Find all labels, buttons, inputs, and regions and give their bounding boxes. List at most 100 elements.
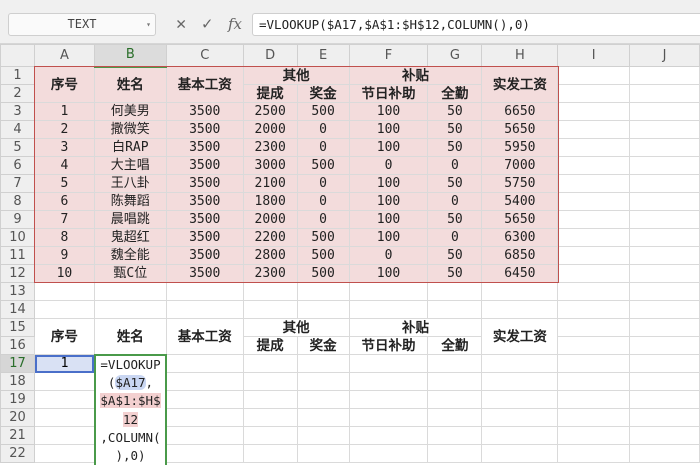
data-cell[interactable]: 2500 — [242, 102, 298, 121]
cell[interactable] — [296, 282, 350, 301]
data-cell[interactable]: 3500 — [165, 138, 244, 157]
cell[interactable] — [629, 156, 700, 175]
cell[interactable] — [165, 444, 244, 463]
cell[interactable] — [242, 444, 298, 463]
row-header[interactable]: 2 — [0, 84, 35, 103]
data-cell[interactable]: 100 — [348, 192, 429, 211]
row-header[interactable]: 16 — [0, 336, 35, 355]
row-header[interactable]: 17 — [0, 354, 35, 373]
data-cell[interactable]: 500 — [296, 264, 350, 283]
data-cell[interactable]: 50 — [427, 264, 483, 283]
data-cell[interactable]: 5400 — [481, 192, 559, 211]
cell[interactable] — [427, 408, 483, 427]
row-header[interactable]: 7 — [0, 174, 35, 193]
cell[interactable] — [481, 390, 559, 409]
cell[interactable] — [242, 426, 298, 445]
row-header[interactable]: 21 — [0, 426, 35, 445]
cell[interactable] — [557, 300, 631, 319]
row-header[interactable]: 15 — [0, 318, 35, 337]
data-cell[interactable]: 500 — [296, 228, 350, 247]
cell[interactable] — [296, 372, 350, 391]
data-cell[interactable]: 500 — [296, 156, 350, 175]
name-box[interactable]: TEXT ▾ — [8, 13, 156, 36]
data-cell[interactable]: 10 — [33, 264, 95, 283]
cell[interactable] — [93, 300, 167, 319]
data-cell[interactable]: 1 — [33, 102, 95, 121]
formula-input[interactable]: =VLOOKUP($A17,$A$1:$H$12,COLUMN(),0) — [252, 13, 700, 36]
data-cell[interactable]: 魏全能 — [93, 246, 167, 265]
data-cell[interactable]: 7000 — [481, 156, 559, 175]
cell[interactable] — [629, 174, 700, 193]
data-cell[interactable]: 2000 — [242, 210, 298, 229]
cell[interactable] — [629, 102, 700, 121]
data-cell[interactable]: 50 — [427, 210, 483, 229]
cell[interactable] — [93, 282, 167, 301]
cell[interactable] — [629, 354, 700, 373]
header-holiday[interactable]: 节日补助 — [348, 336, 429, 355]
cell[interactable] — [557, 210, 631, 229]
cell[interactable] — [557, 318, 631, 337]
data-cell[interactable]: 0 — [427, 156, 483, 175]
cell[interactable] — [629, 210, 700, 229]
header-bonus[interactable]: 奖金 — [296, 84, 350, 103]
data-cell[interactable]: 100 — [348, 228, 429, 247]
cell[interactable] — [165, 282, 244, 301]
chevron-down-icon[interactable]: ▾ — [146, 14, 151, 35]
row-header[interactable]: 4 — [0, 120, 35, 139]
cell[interactable] — [242, 282, 298, 301]
data-cell[interactable]: 3500 — [165, 120, 244, 139]
header-base[interactable]: 基本工资 — [165, 66, 244, 103]
data-cell[interactable]: 何美男 — [93, 102, 167, 121]
cell[interactable] — [557, 192, 631, 211]
cell[interactable] — [427, 282, 483, 301]
header-attendance[interactable]: 全勤 — [427, 336, 483, 355]
cell[interactable] — [296, 354, 350, 373]
data-cell[interactable]: 5750 — [481, 174, 559, 193]
data-cell[interactable]: 50 — [427, 246, 483, 265]
cell[interactable] — [557, 246, 631, 265]
data-cell[interactable]: 50 — [427, 102, 483, 121]
cell[interactable] — [629, 372, 700, 391]
cell[interactable] — [33, 372, 95, 391]
row-header[interactable]: 3 — [0, 102, 35, 121]
cell[interactable] — [557, 228, 631, 247]
cell[interactable] — [557, 282, 631, 301]
cell[interactable] — [557, 174, 631, 193]
data-cell[interactable]: 6650 — [481, 102, 559, 121]
data-cell[interactable]: 晨唱跳 — [93, 210, 167, 229]
cell[interactable] — [481, 372, 559, 391]
data-cell[interactable]: 7 — [33, 210, 95, 229]
cell[interactable] — [629, 426, 700, 445]
cell[interactable] — [557, 84, 631, 103]
cell[interactable] — [629, 66, 700, 85]
data-cell[interactable]: 50 — [427, 138, 483, 157]
data-cell[interactable]: 6450 — [481, 264, 559, 283]
cell[interactable] — [557, 336, 631, 355]
cell[interactable] — [165, 372, 244, 391]
cell[interactable] — [242, 390, 298, 409]
cell[interactable] — [557, 354, 631, 373]
cell[interactable] — [242, 372, 298, 391]
cell[interactable] — [557, 372, 631, 391]
header-bonus[interactable]: 奖金 — [296, 336, 350, 355]
confirm-icon[interactable]: ✓ — [202, 13, 212, 36]
cell[interactable] — [557, 66, 631, 85]
column-header-f[interactable]: F — [348, 44, 429, 67]
data-cell[interactable]: 陈舞蹈 — [93, 192, 167, 211]
row-header[interactable]: 18 — [0, 372, 35, 391]
row-header[interactable]: 10 — [0, 228, 35, 247]
header-commission[interactable]: 提成 — [242, 336, 298, 355]
cell[interactable] — [33, 408, 95, 427]
column-header-e[interactable]: E — [296, 44, 350, 67]
data-cell[interactable]: 2000 — [242, 120, 298, 139]
cell[interactable] — [629, 318, 700, 337]
data-cell[interactable]: 3500 — [165, 156, 244, 175]
data-cell[interactable]: 撒微笑 — [93, 120, 167, 139]
cell[interactable] — [557, 138, 631, 157]
row-header[interactable]: 11 — [0, 246, 35, 265]
cell[interactable] — [629, 300, 700, 319]
data-cell[interactable]: 3500 — [165, 192, 244, 211]
cell[interactable] — [427, 426, 483, 445]
fx-icon[interactable]: fx — [228, 13, 242, 36]
data-cell[interactable]: 2800 — [242, 246, 298, 265]
